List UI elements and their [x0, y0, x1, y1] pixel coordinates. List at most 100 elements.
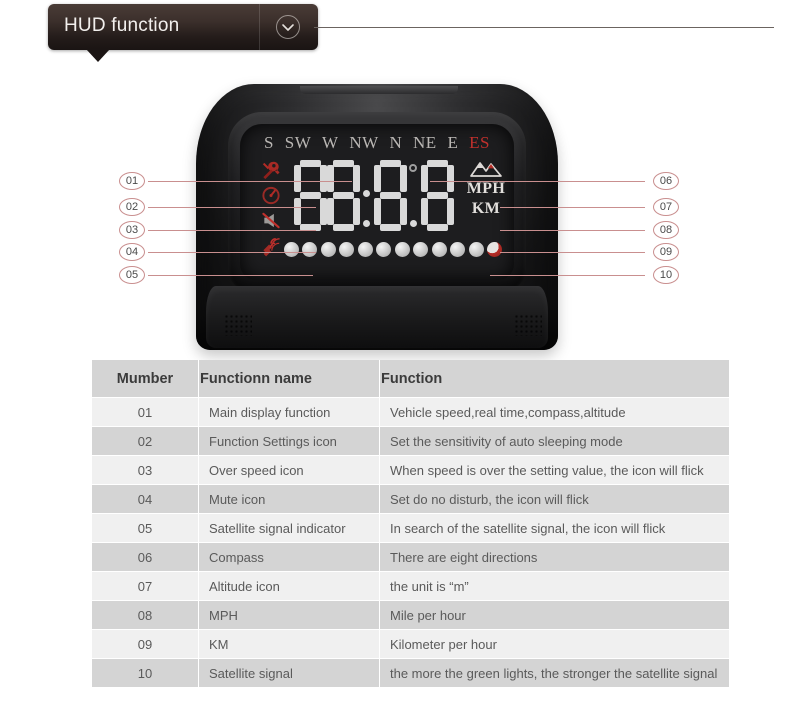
- leader-line-06: [430, 181, 645, 182]
- compass-dir-ne: NE: [413, 133, 437, 152]
- cell-number: 04: [92, 484, 199, 514]
- table-row: 05 Satellite signal indicator In search …: [92, 513, 729, 543]
- cell-function: When speed is over the setting value, th…: [379, 455, 729, 485]
- cell-function: Set the sensitivity of auto sleeping mod…: [379, 426, 729, 456]
- leader-line-09: [500, 252, 645, 253]
- leader-line-04: [148, 252, 316, 253]
- cell-number: 06: [92, 542, 199, 572]
- cell-name: Function Settings icon: [198, 426, 380, 456]
- compass-dir-es: ES: [469, 133, 490, 152]
- callout-04[interactable]: 04: [119, 243, 145, 261]
- table-row: 01 Main display function Vehicle speed,r…: [92, 397, 729, 427]
- satellite-signal-dot-row: [284, 242, 502, 257]
- speaker-grille-right: [514, 314, 542, 336]
- digit-2: [327, 160, 360, 232]
- callout-05[interactable]: 05: [119, 266, 145, 284]
- cell-function: Kilometer per hour: [379, 629, 729, 659]
- banner-horizontal-rule: [314, 27, 774, 28]
- cell-function: Set do no disturb, the icon will flick: [379, 484, 729, 514]
- callout-01[interactable]: 01: [119, 172, 145, 190]
- cell-name: Over speed icon: [198, 455, 380, 485]
- digit-1: [294, 160, 327, 232]
- cell-function: In search of the satellite signal, the i…: [379, 513, 729, 543]
- device-lower-band: [206, 286, 548, 348]
- sat-dot: [284, 242, 299, 257]
- banner-body: HUD function: [48, 4, 318, 50]
- banner-divider: [259, 4, 260, 50]
- table-row: 03 Over speed icon When speed is over th…: [92, 455, 729, 485]
- sat-dot: [320, 242, 336, 257]
- digit-4: [421, 160, 454, 232]
- cell-function: the unit is “m”: [379, 571, 729, 601]
- cell-name: Satellite signal: [198, 658, 380, 688]
- cell-function: Vehicle speed,real time,compass,altitude: [379, 397, 729, 427]
- cell-number: 01: [92, 397, 199, 427]
- cell-number: 05: [92, 513, 199, 543]
- compass-dir-s: S: [264, 133, 274, 152]
- sat-dot: [357, 242, 373, 257]
- table-row: 04 Mute icon Set do no disturb, the icon…: [92, 484, 729, 514]
- banner-title: HUD function: [64, 15, 180, 36]
- compass-dir-nw: NW: [349, 133, 379, 152]
- cell-name: MPH: [198, 600, 380, 630]
- table-row: 02 Function Settings icon Set the sensit…: [92, 426, 729, 456]
- callout-03[interactable]: 03: [119, 221, 145, 239]
- compass-dir-e: E: [447, 133, 459, 152]
- altitude-mountain-icon: [470, 162, 502, 177]
- compass-direction-row: S SW W NW N NE E ES: [240, 134, 514, 151]
- header-function: Function: [379, 360, 729, 398]
- cell-name: Satellite signal indicator: [198, 513, 380, 543]
- callout-08[interactable]: 08: [653, 221, 679, 239]
- km-label: KM: [471, 199, 501, 217]
- cell-name: Compass: [198, 542, 380, 572]
- lcd-right-unit-column: MPH KM: [462, 156, 510, 218]
- callout-07[interactable]: 07: [653, 198, 679, 216]
- callout-10[interactable]: 10: [653, 266, 679, 284]
- table-row: 07 Altitude icon the unit is “m”: [92, 571, 729, 601]
- digit-3: [374, 160, 407, 232]
- over-speed-icon: [262, 186, 280, 205]
- leader-line-02: [148, 207, 316, 208]
- callout-06[interactable]: 06: [653, 172, 679, 190]
- hud-function-banner[interactable]: HUD function: [48, 4, 318, 62]
- table-row: 10 Satellite signal the more the green l…: [92, 658, 729, 688]
- colon-separator-1: [360, 160, 374, 232]
- leader-line-01: [148, 181, 352, 182]
- table-header-row: Mumber Functionn name Function: [92, 360, 729, 398]
- callout-02[interactable]: 02: [119, 198, 145, 216]
- leader-line-05: [148, 275, 313, 276]
- chevron-down-icon[interactable]: [276, 15, 300, 39]
- device-top-notch: [300, 86, 458, 94]
- header-number: Mumber: [92, 360, 199, 398]
- sat-dot: [450, 242, 466, 257]
- cell-name: Altitude icon: [198, 571, 380, 601]
- satellite-dish-icon: [263, 242, 280, 257]
- callout-09[interactable]: 09: [653, 243, 679, 261]
- compass-dir-sw: SW: [284, 133, 312, 152]
- cell-name: Main display function: [198, 397, 380, 427]
- leader-line-10: [490, 275, 645, 276]
- sat-dot: [302, 242, 318, 257]
- sat-dot: [376, 242, 392, 257]
- mute-icon: [262, 212, 280, 229]
- wrench-settings-icon: [262, 161, 280, 180]
- cell-number: 03: [92, 455, 199, 485]
- sat-dot: [339, 242, 355, 257]
- sat-dot: [431, 242, 447, 257]
- table-row: 08 MPH Mile per hour: [92, 600, 729, 630]
- sat-dot: [468, 242, 484, 257]
- compass-dir-n: N: [389, 133, 403, 152]
- table-row: 09 KM Kilometer per hour: [92, 629, 729, 659]
- cell-number: 08: [92, 600, 199, 630]
- sat-dot: [394, 242, 410, 257]
- header-function-name: Functionn name: [198, 360, 380, 398]
- cell-number: 09: [92, 629, 199, 659]
- leader-line-08: [500, 230, 645, 231]
- degree-and-dot-separator: [407, 160, 421, 232]
- cell-function: Mile per hour: [379, 600, 729, 630]
- speaker-grille-left: [224, 314, 252, 336]
- cell-function: the more the green lights, the stronger …: [379, 658, 729, 688]
- function-spec-table: Mumber Functionn name Function 01 Main d…: [92, 360, 729, 688]
- seven-segment-digits: [294, 158, 458, 234]
- sat-dot-highlighted: [486, 242, 502, 257]
